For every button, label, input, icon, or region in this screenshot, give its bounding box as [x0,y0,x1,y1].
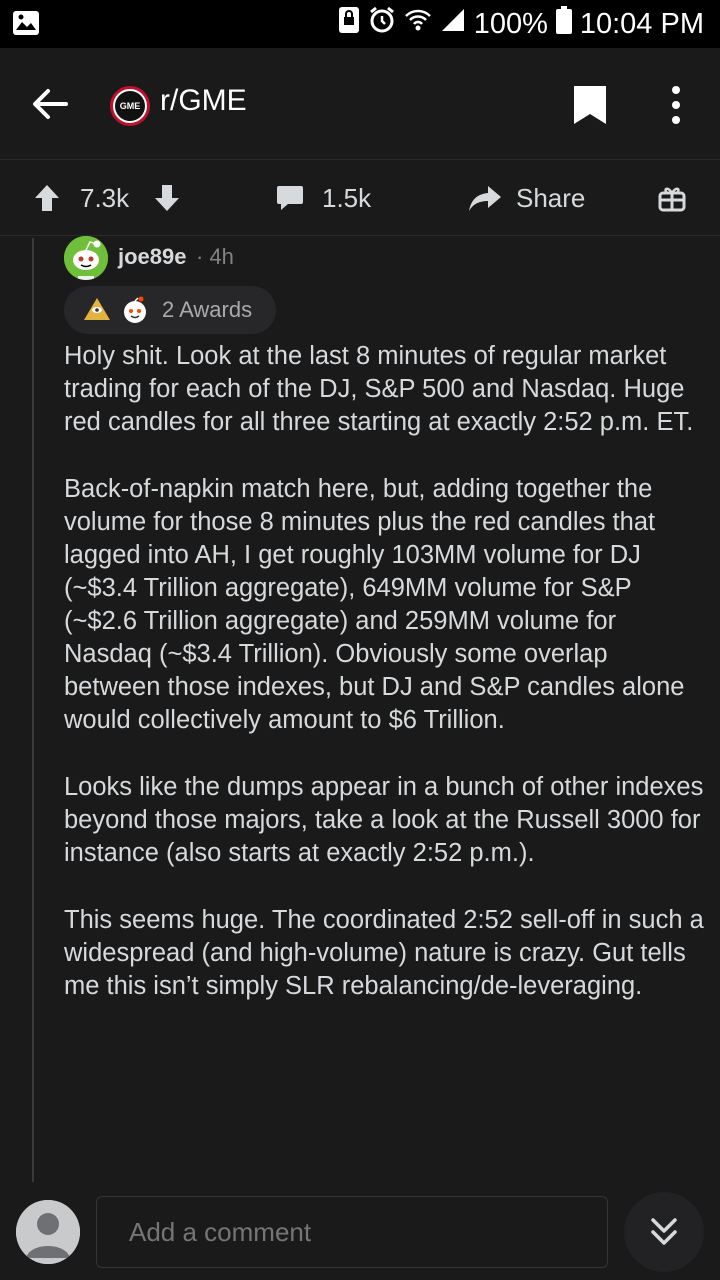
comment-author[interactable]: joe89e [118,244,187,270]
comment-count: 1.5k [322,182,372,213]
clock: 10:04 PM [579,7,704,40]
upvote-arrow-icon [35,185,59,211]
back-arrow-icon [33,89,68,119]
comment-paragraph: Back-of-napkin match here, but, adding t… [64,475,685,734]
vertical-dots-icon [672,86,680,124]
back-button[interactable] [30,84,80,124]
comments-button[interactable] [276,160,304,236]
battery-percent: 100% [473,7,548,40]
gift-icon [658,187,686,212]
subreddit-icon-label: GME [115,91,145,121]
share-arrow-icon [469,186,501,211]
bookmark-button[interactable] [572,84,608,126]
awards-count: 2 Awards [162,297,253,322]
vote-score: 7.3k [80,182,130,213]
upvote-button[interactable] [34,160,60,236]
wifi-icon [404,7,432,41]
comment-input[interactable] [96,1196,608,1268]
downvote-arrow-icon [155,185,179,211]
comment-timestamp: · 4h [196,244,234,269]
snoo-avatar-icon [64,236,108,280]
comment-bubble-icon [277,186,303,210]
tablet-lock-icon [338,6,360,42]
user-avatar[interactable] [16,1200,80,1264]
awards-badge[interactable]: 2 Awards [64,286,276,334]
comment-paragraph: Holy shit. Look at the last 8 minutes of… [64,342,694,436]
image-icon [12,10,40,36]
comment-thread-line[interactable] [32,238,34,1184]
double-chevron-down-icon [651,1218,677,1245]
comment-paragraph: This seems huge. The coordinated 2:52 se… [64,906,704,1000]
post-action-bar: 7.3k 1.5k Share [0,160,720,236]
comment-body: Holy shit. Look at the last 8 minutes of… [64,340,709,1037]
signal-icon [440,7,466,41]
snoo-award-icon [124,296,146,323]
pyramid-award-icon [84,298,110,320]
downvote-button[interactable] [154,160,180,236]
comment-paragraph: Looks like the dumps appear in a bunch o… [64,773,704,867]
subreddit-icon[interactable]: GME [110,86,150,126]
share-label: Share [516,182,586,213]
status-bar: 100% 10:04 PM [0,0,720,48]
subreddit-name[interactable]: r/GME [160,84,247,118]
avatar[interactable] [64,236,108,280]
share-button[interactable]: Share [468,160,585,236]
app-header: GME r/GME [0,48,720,160]
alarm-icon [368,6,396,42]
more-options-button[interactable] [664,84,688,128]
jump-to-next-button[interactable] [624,1192,704,1272]
award-button[interactable] [658,160,686,236]
battery-icon [555,6,572,42]
comment-composer-bar [0,1182,720,1280]
bookmark-icon [574,86,606,124]
default-user-icon [16,1200,80,1264]
